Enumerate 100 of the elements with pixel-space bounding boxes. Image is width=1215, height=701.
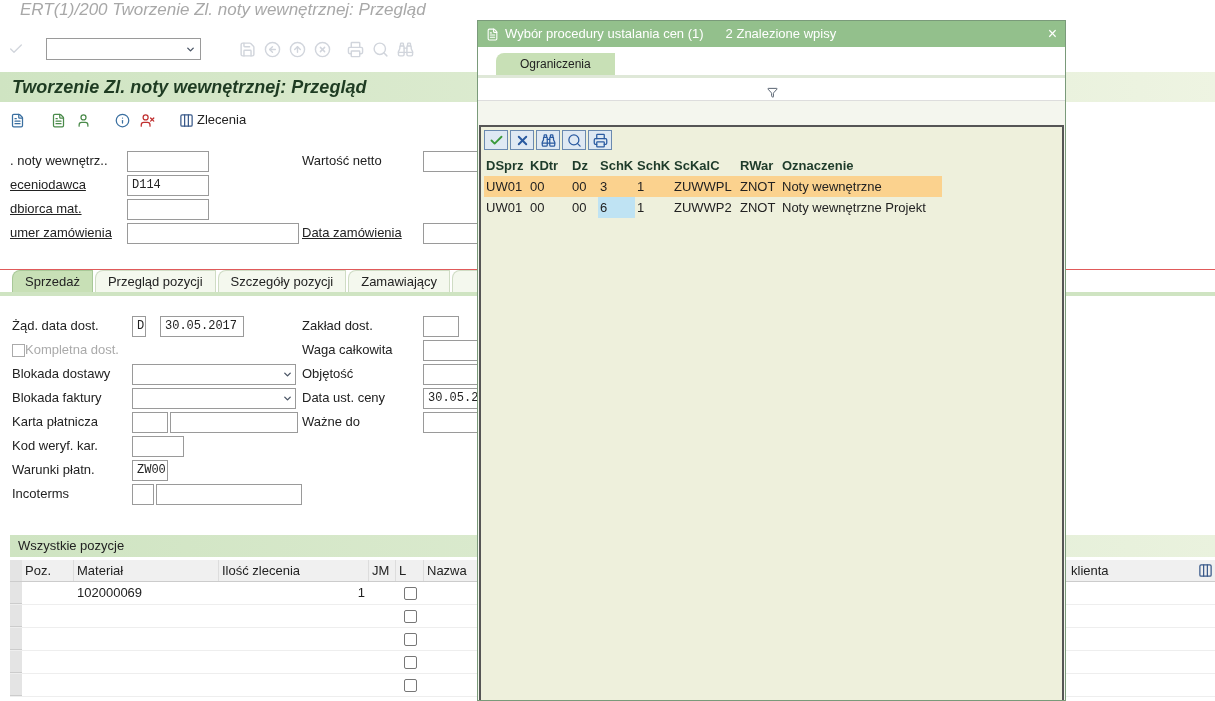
column-header[interactable]: KDtr — [528, 156, 570, 176]
binoculars-icon[interactable] — [397, 40, 414, 58]
column-header[interactable]: Poz. — [22, 560, 74, 581]
table-cell-text: 1 — [356, 584, 366, 603]
dropdown-field[interactable] — [132, 363, 296, 385]
input-field[interactable]: D114 — [127, 174, 209, 196]
dialog-title: Wybór procedury ustalania cen (1) — [505, 25, 704, 44]
input-field[interactable] — [127, 150, 209, 172]
cancel-icon[interactable] — [314, 40, 331, 58]
column-header[interactable]: SchK — [635, 156, 672, 176]
column-header[interactable]: Oznaczenie — [780, 156, 942, 176]
column-header[interactable]: Dz — [570, 156, 598, 176]
table-cell-text: ZUWWP2 — [673, 198, 733, 217]
exit-icon[interactable] — [289, 40, 306, 58]
document-icon[interactable] — [10, 112, 25, 128]
checkbox[interactable] — [403, 609, 417, 623]
window-icon — [486, 27, 499, 41]
input-field[interactable] — [132, 483, 154, 505]
tab[interactable]: Szczegóły pozycji — [217, 270, 347, 292]
column-header[interactable]: JM — [369, 560, 396, 581]
table-cell-text: ZUWWPL — [673, 177, 733, 196]
tab[interactable] — [452, 270, 479, 292]
find-button[interactable] — [536, 130, 560, 150]
column-header[interactable]: SchK — [598, 156, 635, 176]
input-field[interactable] — [132, 411, 168, 433]
checkbox[interactable] — [403, 678, 417, 692]
table-cell-text: 00 — [529, 198, 546, 217]
field-label: Warunki płatn. — [11, 461, 96, 480]
print-icon[interactable] — [347, 40, 364, 58]
find-next-button[interactable] — [562, 130, 586, 150]
info-icon[interactable] — [115, 112, 130, 128]
input-field[interactable] — [423, 315, 459, 337]
person-delete-icon[interactable] — [140, 112, 155, 128]
field-label[interactable]: eceniodawca — [0, 175, 127, 195]
column-header[interactable]: L — [396, 560, 424, 581]
tab[interactable]: Sprzedaż — [12, 270, 93, 292]
tab[interactable]: Ograniczenia — [496, 53, 615, 75]
table-settings-icon[interactable] — [1198, 563, 1213, 578]
table-cell-text: 3 — [599, 177, 609, 196]
field-label: Ważne do — [302, 413, 362, 432]
result-row[interactable]: UW01 00 00 6 1 ZUWWP2 ZNOT Noty wewnętrzne Projekt — [484, 197, 942, 218]
orders-button[interactable]: Zlecenia — [179, 110, 247, 130]
table-cell-text: 00 — [571, 177, 588, 196]
field-label: . noty wewnętrz.. — [9, 152, 109, 171]
print-icon — [592, 132, 608, 148]
field-label: Karta płatnicza — [11, 413, 99, 432]
cancel-button[interactable] — [510, 130, 534, 150]
field-label: Kod weryf. kar. — [11, 437, 99, 456]
command-field[interactable] — [46, 38, 201, 60]
field-label: Żąd. data dost. — [11, 317, 100, 336]
input-field[interactable] — [127, 222, 299, 244]
column-header[interactable]: Ilość zlecenia — [219, 560, 369, 581]
dropdown-field[interactable] — [132, 387, 296, 409]
checkbox[interactable] — [403, 655, 417, 669]
person-icon[interactable] — [76, 112, 91, 128]
screen-title: Tworzenie Zl. noty wewnętrznej: Przegląd — [12, 75, 367, 99]
input-field[interactable] — [155, 483, 302, 505]
result-row[interactable]: UW01 00 00 3 1 ZUWWPL ZNOT Noty wewnętrzne — [484, 176, 942, 197]
input-field[interactable] — [132, 435, 184, 457]
save-icon[interactable] — [239, 40, 256, 58]
input-field[interactable]: ZW00 — [132, 459, 168, 481]
back-icon[interactable] — [264, 40, 281, 58]
table-cell-text: 1 — [636, 198, 646, 217]
columns-icon — [179, 112, 194, 128]
field-label[interactable]: umer zamówienia — [0, 223, 127, 243]
filter-icon[interactable] — [767, 87, 778, 98]
section-title: Wszystkie pozycje — [18, 537, 125, 556]
column-header[interactable]: klienta — [1068, 560, 1198, 581]
print-button[interactable] — [588, 130, 612, 150]
column-header[interactable]: Materiał — [74, 560, 219, 581]
table-cell-text: 1 — [636, 177, 646, 196]
checkbox[interactable] — [403, 586, 417, 600]
field-label[interactable]: Data zamówienia — [302, 223, 423, 243]
column-header[interactable]: RWar — [738, 156, 780, 176]
document-icon[interactable] — [51, 112, 66, 128]
select-all-cell[interactable] — [10, 560, 22, 581]
tab[interactable]: Zamawiający — [348, 270, 451, 292]
column-header[interactable]: ScKalC — [672, 156, 738, 176]
table-cell: 6 — [598, 197, 635, 218]
field-label: Waga całkowita — [302, 341, 394, 360]
table-cell-text: 00 — [529, 177, 546, 196]
table-cell-text: UW01 — [485, 198, 524, 217]
tab[interactable]: Przegląd pozycji — [94, 270, 216, 292]
input-field[interactable] — [170, 411, 298, 433]
field-label: Incoterms — [11, 485, 71, 504]
checkbox[interactable] — [403, 632, 417, 646]
table-cell-text: 102000069 — [76, 584, 144, 603]
window-title: ERT(1)/200 Tworzenie Zl. noty wewnętrznej: Przegląd — [20, 0, 426, 20]
input-field[interactable]: D — [132, 315, 146, 337]
confirm-button[interactable] — [484, 130, 508, 150]
entry-count: 2 Znalezione wpisy — [725, 25, 837, 44]
column-header[interactable]: DSprz — [484, 156, 528, 176]
field-label: Objętość — [302, 365, 355, 384]
search-icon[interactable] — [372, 40, 389, 58]
input-field[interactable]: 30.05.2017 — [160, 315, 244, 337]
table-cell-text: ZNOT — [739, 177, 777, 196]
input-field[interactable] — [127, 198, 209, 220]
table-cell-text: 00 — [571, 198, 588, 217]
field-label: Blokada faktury — [11, 389, 103, 408]
field-label[interactable]: dbiorca mat. — [0, 199, 127, 219]
